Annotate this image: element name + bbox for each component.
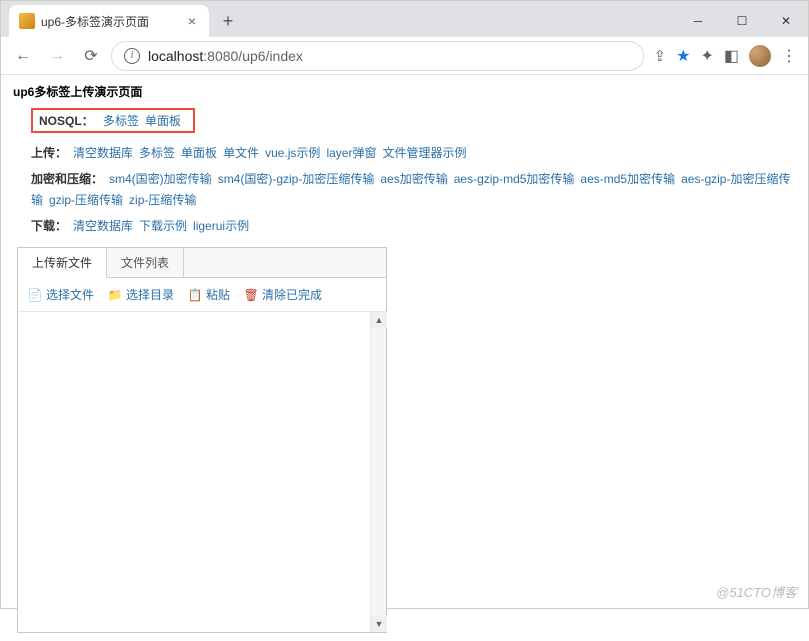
clear-action[interactable]: 🗑 清除已完成 <box>244 286 322 303</box>
nosql-row: NOSQL： 多标签单面板 <box>31 108 195 133</box>
row-label: 下载： <box>31 219 67 233</box>
page-link[interactable]: 清空数据库 <box>73 146 133 160</box>
page-link[interactable]: gzip-压缩传输 <box>49 193 123 207</box>
tab-title: up6-多标签演示页面 <box>41 13 179 30</box>
link-row: 上传： 清空数据库多标签单面板单文件 vue.js示例 layer弹窗文件管理器示例 <box>31 143 796 165</box>
row-label: 上传： <box>31 146 67 160</box>
upload-panel: 上传新文件 文件列表 📄 选择文件 📁 选择目录 📋 粘贴 🗑 清除已完成 ▲ ▼ <box>17 247 387 633</box>
scroll-up-icon[interactable]: ▲ <box>371 312 387 328</box>
page-link[interactable]: ligerui示例 <box>193 219 249 233</box>
action-label: 选择文件 <box>46 286 94 303</box>
page-link[interactable]: aes-md5加密传输 <box>580 172 675 186</box>
url-text: localhost:8080/up6/index <box>148 48 303 64</box>
window-controls: ─ ☐ ✕ <box>676 5 808 37</box>
folder-icon: 📁 <box>108 288 122 302</box>
file-action[interactable]: 📄 选择文件 <box>28 286 94 303</box>
page-link[interactable]: 多标签 <box>139 146 175 160</box>
page-link[interactable]: aes加密传输 <box>380 172 447 186</box>
page-link[interactable]: sm4(国密)加密传输 <box>109 172 212 186</box>
scroll-down-icon[interactable]: ▼ <box>371 616 387 632</box>
page-link[interactable]: layer弹窗 <box>326 146 376 160</box>
page-link[interactable]: 下载示例 <box>139 219 187 233</box>
nosql-link[interactable]: 多标签 <box>103 114 139 128</box>
favicon-icon <box>19 13 35 29</box>
action-label: 选择目录 <box>126 286 174 303</box>
minimize-button[interactable]: ─ <box>676 5 720 37</box>
address-bar[interactable]: i localhost:8080/up6/index <box>111 41 644 71</box>
share-icon[interactable]: ⇪ <box>654 47 667 65</box>
watermark: @51CTO博客 <box>716 582 797 601</box>
page-link[interactable]: 清空数据库 <box>73 219 133 233</box>
folder-action[interactable]: 📁 选择目录 <box>108 286 174 303</box>
page-link[interactable]: vue.js示例 <box>265 146 320 160</box>
row-label: NOSQL： <box>39 114 94 128</box>
maximize-button[interactable]: ☐ <box>720 5 764 37</box>
page-link[interactable]: 单面板 <box>181 146 217 160</box>
panel-tabs: 上传新文件 文件列表 <box>18 248 386 278</box>
page-link[interactable]: 文件管理器示例 <box>382 146 466 160</box>
new-tab-button[interactable]: + <box>215 8 241 34</box>
page-link[interactable]: zip-压缩传输 <box>129 193 196 207</box>
clear-icon: 🗑 <box>244 288 258 302</box>
browser-tab[interactable]: up6-多标签演示页面 × <box>9 5 209 37</box>
menu-icon[interactable]: ⋮ <box>781 46 796 66</box>
link-row: 下载： 清空数据库下载示例 ligerui示例 <box>31 216 796 238</box>
page-title: up6多标签上传演示页面 <box>13 83 796 100</box>
page-link[interactable]: 单文件 <box>223 146 259 160</box>
browser-titlebar: up6-多标签演示页面 × + ─ ☐ ✕ <box>1 1 808 37</box>
action-label: 清除已完成 <box>262 286 322 303</box>
panel-icon[interactable]: ◧ <box>724 46 739 66</box>
browser-toolbar: ← → ⟳ i localhost:8080/up6/index ⇪ ★ ✦ ◧… <box>1 37 808 75</box>
tab-upload-new[interactable]: 上传新文件 <box>18 248 107 278</box>
extensions-icon[interactable]: ✦ <box>700 46 713 66</box>
action-bar: 📄 选择文件 📁 选择目录 📋 粘贴 🗑 清除已完成 <box>18 278 386 312</box>
back-button[interactable]: ← <box>9 42 37 70</box>
page-link[interactable]: sm4(国密)-gzip-加密压缩传输 <box>218 172 375 186</box>
scrollbar[interactable]: ▲ ▼ <box>370 312 386 632</box>
close-icon[interactable]: × <box>185 14 199 28</box>
profile-avatar[interactable] <box>749 45 771 67</box>
forward-button[interactable]: → <box>43 42 71 70</box>
file-icon: 📄 <box>28 288 42 302</box>
scroll-track[interactable] <box>371 328 386 616</box>
row-label: 加密和压缩： <box>31 172 103 186</box>
file-list-area: ▲ ▼ <box>18 312 386 632</box>
paste-action[interactable]: 📋 粘贴 <box>188 286 230 303</box>
reload-button[interactable]: ⟳ <box>77 42 105 70</box>
nosql-link[interactable]: 单面板 <box>145 114 181 128</box>
action-label: 粘贴 <box>206 286 230 303</box>
bookmark-star-icon[interactable]: ★ <box>676 46 690 66</box>
site-info-icon[interactable]: i <box>124 48 140 64</box>
page-content: up6多标签上传演示页面 NOSQL： 多标签单面板 上传：清空数据库多标签单面… <box>1 75 808 641</box>
close-window-button[interactable]: ✕ <box>764 5 808 37</box>
tab-file-list[interactable]: 文件列表 <box>107 248 184 277</box>
paste-icon: 📋 <box>188 288 202 302</box>
link-row: 加密和压缩： sm4(国密)加密传输 sm4(国密)-gzip-加密压缩传输 aes加… <box>31 169 796 212</box>
page-link[interactable]: aes-gzip-md5加密传输 <box>454 172 575 186</box>
